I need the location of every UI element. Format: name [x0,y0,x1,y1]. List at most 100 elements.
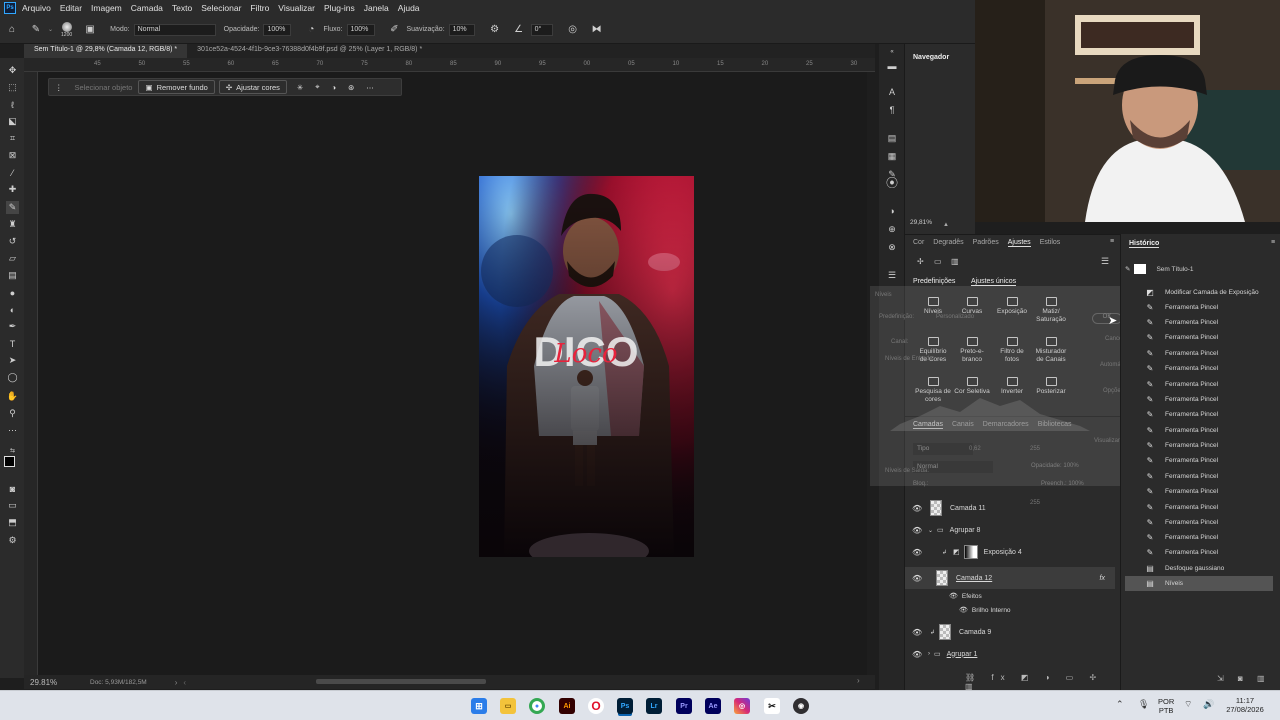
history-item[interactable]: ✎ Ferramenta Pincel [1125,469,1273,484]
navigator-zoom-value[interactable]: 29,81% [910,219,932,226]
scroll-left-icon[interactable]: ‹ [183,678,186,687]
smoothing-input[interactable]: 10% [448,23,475,36]
dodge-tool-icon[interactable]: ◐ [6,303,19,316]
brush-preset-picker[interactable]: 1200 [61,21,72,38]
foreground-color-swatch[interactable] [4,456,15,467]
levels-ok-button[interactable]: OK [1092,313,1122,324]
history-item[interactable]: ✎ Ferramenta Pincel [1125,530,1273,545]
add-preset-icon[interactable]: ✢ [917,257,924,266]
swatches-icon[interactable]: ▦ [886,150,898,162]
menu-imagem[interactable]: Imagem [91,3,122,13]
opacity-input[interactable]: 100% [263,23,292,36]
menu-selecionar[interactable]: Selecionar [201,3,241,13]
chrome-icon[interactable]: ● [529,698,545,714]
keyboard-language[interactable]: POR PTB [1158,697,1174,715]
magic-icon[interactable]: ✳ [291,80,309,94]
history-item[interactable]: ✎ Ferramenta Pincel [1125,392,1273,407]
character-icon[interactable]: A [886,86,898,98]
channels-icon[interactable]: ⊕ [886,223,898,235]
visibility-eye-icon[interactable]: 👁 [912,628,922,637]
tab-ajustes[interactable]: Ajustes [1007,239,1031,247]
brush-tool-icon[interactable]: ✎ [29,23,43,37]
move-tool-icon[interactable]: ✥ [6,64,19,77]
properties-icon[interactable]: ⦿ [886,176,898,190]
instagram-icon[interactable]: ◎ [734,698,750,714]
clone-stamp-tool-icon[interactable]: ♜ [6,218,19,231]
after-effects-icon[interactable]: Ae [705,698,721,714]
menu-visualizar[interactable]: Visualizar [278,3,315,13]
visibility-eye-icon[interactable]: 👁 [912,526,922,535]
history-item[interactable]: ✎ Ferramenta Pincel [1125,407,1273,422]
history-item[interactable]: ✎ Ferramenta Pincel [1125,515,1273,530]
pressure-size-icon[interactable]: ◎ [566,23,580,37]
photoshop-taskbar-icon[interactable]: Ps [617,698,633,714]
lasso-tool-icon[interactable]: ℓ [6,98,19,111]
history-item[interactable]: ✎ Ferramenta Pincel [1125,423,1273,438]
transform-icon[interactable]: ⌖ [309,80,325,94]
pressure-opacity-icon[interactable]: ◔ [304,23,318,37]
levels-preset-value[interactable]: Personalizado [936,314,974,320]
marquee-tool-icon[interactable]: ⬚ [6,81,19,94]
illustrator-icon[interactable]: Ai [559,698,575,714]
edit-toolbar-icon[interactable]: ⚙ [6,534,19,547]
network-icon[interactable]: ⌔ [1184,699,1192,710]
history-item[interactable]: ✎ Ferramenta Pincel [1125,500,1273,515]
history-item[interactable]: ✎ Ferramenta Pincel [1125,330,1273,345]
menu-plug-ins[interactable]: Plug-ins [324,3,355,13]
adjustment-icon[interactable]: ◑ [325,80,342,94]
collapse-panels-icon[interactable]: « [886,46,898,58]
levels-output-high[interactable]: 255 [1030,500,1040,506]
history-item[interactable]: ✎ Ferramenta Pincel [1125,346,1273,361]
symmetry-icon[interactable]: ⧓ [590,23,604,37]
blur-tool-icon[interactable]: ● [6,286,19,299]
history-item[interactable]: ✎ Ferramenta Pincel [1125,315,1273,330]
history-item[interactable]: ✎ Ferramenta Pincel [1125,484,1273,499]
eraser-tool-icon[interactable]: ▱ [6,252,19,265]
generative-fill-icon[interactable]: ⬒ [6,516,19,529]
adjust-colors-button[interactable]: ✣ Ajustar cores [218,80,287,94]
microphone-icon[interactable]: 🎙 [1138,699,1149,710]
canvas-area[interactable] [38,72,867,675]
menu-editar[interactable]: Editar [60,3,82,13]
trash-icon[interactable]: ▥ [951,257,959,266]
tab-estilos[interactable]: Estilos [1040,239,1061,247]
type-tool-icon[interactable]: T [6,337,19,350]
visibility-eye-icon[interactable]: 👁 [912,548,922,557]
object-selection-tool-icon[interactable]: ⬕ [6,115,19,128]
zoom-out-icon[interactable]: ▲ [943,222,949,228]
layer-row-camada-9[interactable]: 👁 ↲ Camada 9 [905,621,1115,643]
menu-filtro[interactable]: Filtro [250,3,269,13]
home-icon[interactable]: ⌂ [5,23,19,37]
history-item[interactable]: ✎ Ferramenta Pincel [1125,377,1273,392]
tab-psd-file[interactable]: 301ce52a-4524-4f1b-9ce3-76388d0f4b9f.psd… [187,44,432,58]
tab-sem-titulo[interactable]: Sem Título-1 @ 29,8% (Camada 12, RGB/8) … [24,44,188,58]
angle-input[interactable]: 0° [530,23,553,36]
tray-overflow-icon[interactable]: ⌃ [1116,699,1124,710]
more-options-icon[interactable]: ⋯ [360,80,380,94]
paths-icon[interactable]: ⊗ [886,241,898,253]
healing-brush-tool-icon[interactable]: ✚ [6,183,19,196]
group-expand-chevron-icon[interactable]: ⌄ [928,527,933,534]
horizontal-scrollbar[interactable] [316,679,486,684]
effects-eye-icon[interactable]: 👁 [949,592,958,600]
menu-janela[interactable]: Janela [364,3,389,13]
layer-effects-fx-icon[interactable]: fx [1100,575,1105,582]
mask-icon[interactable]: ⊛ [342,80,360,94]
flow-input[interactable]: 100% [346,23,375,36]
menu-ajuda[interactable]: Ajuda [398,3,420,13]
ellipse-tool-icon[interactable]: ◯ [6,371,19,384]
eyedropper-tool-icon[interactable]: ⁄ [6,166,19,179]
tab-degrades[interactable]: Degradês [933,239,963,247]
history-snapshot[interactable]: ✎ Sem Título-1 [1125,264,1194,274]
visibility-eye-icon[interactable]: 👁 [912,504,922,513]
path-selection-tool-icon[interactable]: ➤ [6,354,19,367]
lightroom-icon[interactable]: Lr [646,698,662,714]
effect-eye-icon[interactable]: 👁 [959,606,968,614]
group-collapse-chevron-icon[interactable]: › [928,651,930,657]
history-brush-source-icon[interactable]: ✎ [1125,265,1130,273]
layer-row-exposicao-4[interactable]: 👁 ↲ ◩ Exposição 4 [905,541,1115,563]
brush-settings-icon[interactable]: ▣ [83,23,97,37]
history-brush-tool-icon[interactable]: ↺ [6,235,19,248]
premiere-icon[interactable]: Pr [676,698,692,714]
history-item[interactable]: ✎ Ferramenta Pincel [1125,545,1273,560]
